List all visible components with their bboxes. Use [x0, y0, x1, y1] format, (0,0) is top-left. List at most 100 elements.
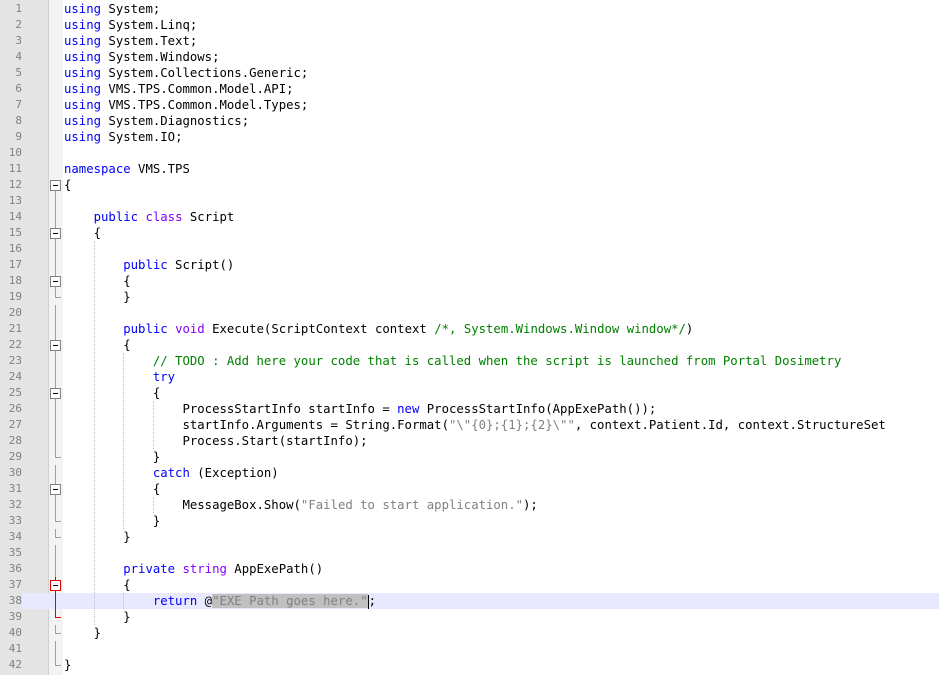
- code-line[interactable]: 41: [0, 641, 939, 657]
- code-text[interactable]: {: [64, 337, 130, 353]
- code-line[interactable]: 8 using System.Diagnostics;: [0, 113, 939, 129]
- code-text[interactable]: using VMS.TPS.Common.Model.API;: [64, 81, 294, 97]
- code-line[interactable]: 5 using System.Collections.Generic;: [0, 65, 939, 81]
- code-line[interactable]: 28 Process.Start(startInfo);: [0, 433, 939, 449]
- code-text[interactable]: }: [64, 289, 130, 305]
- code-line[interactable]: 30 catch (Exception): [0, 465, 939, 481]
- code-text[interactable]: // TODO : Add here your code that is cal…: [64, 353, 842, 369]
- code-token: using: [64, 114, 102, 128]
- code-text[interactable]: using System.Windows;: [64, 49, 220, 65]
- code-token: MessageBox.Show(: [64, 498, 301, 512]
- fold-toggle-icon[interactable]: [49, 385, 63, 401]
- code-line[interactable]: 24 try: [0, 369, 939, 385]
- code-line[interactable]: 18 {: [0, 273, 939, 289]
- code-text[interactable]: {: [64, 577, 130, 593]
- code-text[interactable]: }: [64, 449, 160, 465]
- code-text[interactable]: MessageBox.Show("Failed to start applica…: [64, 497, 538, 513]
- code-text[interactable]: public Script(): [64, 257, 234, 273]
- code-text[interactable]: {: [64, 177, 71, 193]
- code-token: new: [397, 402, 420, 416]
- line-number: 25: [8, 386, 22, 399]
- fold-toggle-icon[interactable]: [49, 481, 63, 497]
- code-line[interactable]: 23 // TODO : Add here your code that is …: [0, 353, 939, 369]
- line-number: 10: [8, 146, 22, 159]
- fold-line: [49, 433, 63, 449]
- fold-toggle-icon[interactable]: [49, 337, 63, 353]
- code-text[interactable]: }: [64, 513, 160, 529]
- code-line[interactable]: 2 using System.Linq;: [0, 17, 939, 33]
- code-text[interactable]: }: [64, 529, 130, 545]
- code-text[interactable]: using System.Collections.Generic;: [64, 65, 308, 81]
- fold-toggle-icon[interactable]: [49, 225, 63, 241]
- fold-line: [49, 497, 63, 513]
- code-text[interactable]: using VMS.TPS.Common.Model.Types;: [64, 97, 308, 113]
- code-line[interactable]: 16: [0, 241, 939, 257]
- code-text[interactable]: Process.Start(startInfo);: [64, 433, 367, 449]
- code-line[interactable]: 31 {: [0, 481, 939, 497]
- code-text[interactable]: using System.IO;: [64, 129, 182, 145]
- code-line[interactable]: 27 startInfo.Arguments = String.Format("…: [0, 417, 939, 433]
- code-line[interactable]: 21 public void Execute(ScriptContext con…: [0, 321, 939, 337]
- code-line[interactable]: 3 using System.Text;: [0, 33, 939, 49]
- code-line[interactable]: 42}: [0, 657, 939, 673]
- code-text[interactable]: {: [64, 481, 160, 497]
- code-line[interactable]: 29 }: [0, 449, 939, 465]
- code-line[interactable]: 9 using System.IO;: [0, 129, 939, 145]
- code-line[interactable]: 38 return @"EXE Path goes here.";: [0, 593, 939, 609]
- code-text[interactable]: using System.Text;: [64, 33, 197, 49]
- line-number: 14: [8, 210, 22, 223]
- code-line[interactable]: 20: [0, 305, 939, 321]
- code-line[interactable]: 15 {: [0, 225, 939, 241]
- code-text[interactable]: {: [64, 385, 160, 401]
- code-line[interactable]: 33 }: [0, 513, 939, 529]
- code-line[interactable]: 26 ProcessStartInfo startInfo = new Proc…: [0, 401, 939, 417]
- code-text[interactable]: {: [64, 225, 101, 241]
- code-text[interactable]: catch (Exception): [64, 465, 279, 481]
- code-line[interactable]: 4 using System.Windows;: [0, 49, 939, 65]
- fold-toggle-icon[interactable]: [49, 273, 63, 289]
- code-text[interactable]: }: [64, 609, 130, 625]
- code-line[interactable]: 34 }: [0, 529, 939, 545]
- code-token: );: [523, 498, 538, 512]
- code-token: public: [123, 258, 168, 272]
- fold-toggle-icon[interactable]: [49, 177, 63, 193]
- code-text[interactable]: }: [64, 657, 71, 673]
- code-line[interactable]: 39 }: [0, 609, 939, 625]
- code-line[interactable]: 6 using VMS.TPS.Common.Model.API;: [0, 81, 939, 97]
- code-token: ;: [368, 594, 376, 608]
- code-line[interactable]: 13: [0, 193, 939, 209]
- code-editor[interactable]: 1 using System; 2 using System.Linq; 3 using …: [0, 0, 939, 675]
- code-text[interactable]: using System;: [64, 1, 160, 17]
- code-line[interactable]: 35: [0, 545, 939, 561]
- code-text[interactable]: }: [64, 625, 101, 641]
- code-text[interactable]: public void Execute(ScriptContext contex…: [64, 321, 693, 337]
- code-line[interactable]: 22 {: [0, 337, 939, 353]
- code-line[interactable]: 17 public Script(): [0, 257, 939, 273]
- fold-line: [49, 369, 63, 385]
- fold-toggle-icon[interactable]: [49, 577, 63, 593]
- code-line[interactable]: 10: [0, 145, 939, 161]
- code-line[interactable]: 32 MessageBox.Show("Failed to start appl…: [0, 497, 939, 513]
- code-text[interactable]: public class Script: [64, 209, 235, 225]
- code-token: VMS.TPS: [130, 162, 190, 176]
- code-line[interactable]: 36 private string AppExePath(): [0, 561, 939, 577]
- code-text[interactable]: using System.Linq;: [64, 17, 197, 33]
- code-text[interactable]: using System.Diagnostics;: [64, 113, 249, 129]
- code-line[interactable]: 40 }: [0, 625, 939, 641]
- code-text[interactable]: return @"EXE Path goes here.";: [64, 593, 376, 609]
- code-line[interactable]: 37 {: [0, 577, 939, 593]
- fold-line: [49, 241, 63, 257]
- code-line[interactable]: 19 }: [0, 289, 939, 305]
- code-line[interactable]: 11 namespace VMS.TPS: [0, 161, 939, 177]
- code-line[interactable]: 1 using System;: [0, 1, 939, 17]
- code-text[interactable]: namespace VMS.TPS: [64, 161, 190, 177]
- code-text[interactable]: startInfo.Arguments = String.Format("\"{…: [64, 417, 885, 433]
- code-token: System.Diagnostics;: [101, 114, 250, 128]
- code-line[interactable]: 12 {: [0, 177, 939, 193]
- code-text[interactable]: {: [64, 273, 130, 289]
- code-line[interactable]: 25 {: [0, 385, 939, 401]
- code-text[interactable]: try: [64, 369, 175, 385]
- code-line[interactable]: 14 public class Script: [0, 209, 939, 225]
- code-text[interactable]: private string AppExePath(): [64, 561, 323, 577]
- code-line[interactable]: 7 using VMS.TPS.Common.Model.Types;: [0, 97, 939, 113]
